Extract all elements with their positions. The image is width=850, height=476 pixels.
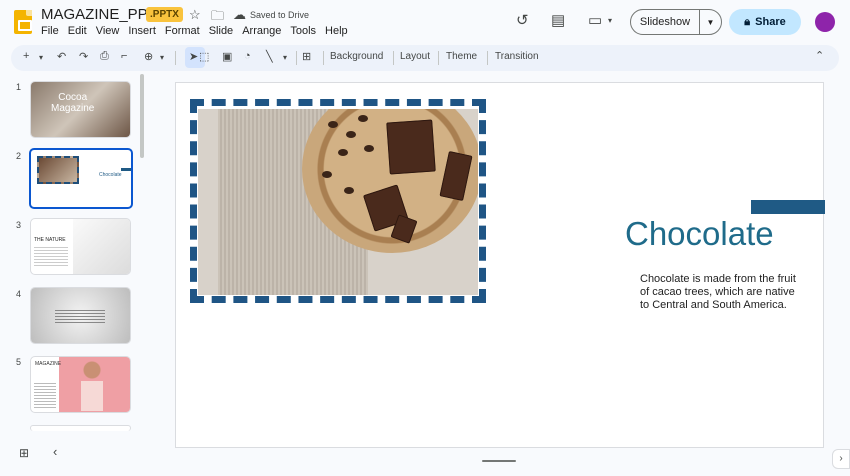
share-label: Share [755,16,786,28]
slideshow-button[interactable]: Slideshow ▼ [630,9,722,35]
zoom-dropdown-icon[interactable]: ▾ [160,53,164,62]
photo-cocoa-bean [338,149,348,156]
menu-view[interactable]: View [96,25,125,37]
photo-chocolate-bar [386,119,436,175]
print-icon[interactable]: ⎙ [100,50,109,63]
comments-icon[interactable]: ▤ [551,11,565,29]
version-history-icon[interactable]: ↺ [516,11,529,29]
star-icon[interactable]: ☆ [189,7,201,23]
line-icon[interactable]: ╲ [266,50,273,63]
thumbnail-text-lines [34,381,56,409]
menubar: File Edit View Insert Format Slide Arran… [41,25,357,37]
slide-thumbnail-3[interactable]: THE NATURE [30,218,131,275]
slide-thumbnail-5[interactable]: MAGAZINE [30,356,131,413]
slide-number: 4 [16,289,22,299]
undo-icon[interactable]: ↶ [57,50,66,63]
photo-cocoa-bean [322,171,332,178]
slide-number: 3 [16,220,22,230]
menu-help[interactable]: Help [325,25,353,37]
slideshow-dropdown-icon[interactable]: ▼ [700,18,721,27]
menu-format[interactable]: Format [165,25,205,37]
menu-insert[interactable]: Insert [128,25,161,37]
redo-icon[interactable]: ↷ [79,50,88,63]
thumbnail-accent [121,168,131,171]
side-panel-toggle-icon[interactable]: › [832,449,850,469]
thumbnail-person [81,361,103,411]
meet-dropdown-icon[interactable]: ▾ [608,16,612,25]
toolbar-divider [487,51,488,65]
slide-title[interactable]: Chocolate [625,215,774,253]
image-icon[interactable]: ▣ [222,50,232,63]
photo-cocoa-bean [344,187,354,194]
new-slide-dropdown-icon[interactable]: ▾ [39,53,43,62]
avatar[interactable] [815,12,835,32]
menu-tools[interactable]: Tools [290,25,321,37]
save-status: Saved to Drive [250,10,310,20]
photo-cocoa-bean [358,115,368,122]
toolbar-divider [323,51,324,65]
frame-select-icon[interactable]: ⬚ [199,50,209,63]
add-comment-icon[interactable]: ⊞ [302,50,311,63]
grid-view-icon[interactable]: ⊞ [19,446,29,460]
speaker-notes-handle[interactable] [482,460,516,462]
cloud-saved-icon[interactable]: ☁ [233,7,246,23]
collapse-toolbar-icon[interactable]: ⌃ [815,49,824,62]
slide-thumbnail-2[interactable]: Chocolate [29,148,133,209]
thumbnail-image [73,219,130,274]
thumbnail-title: Cocoa Magazine [51,92,95,114]
thumbnail-image [37,156,79,184]
menu-arrange[interactable]: Arrange [242,25,286,37]
chocolate-photo[interactable] [198,109,478,295]
background-button[interactable]: Background [330,51,383,62]
menu-edit[interactable]: Edit [68,25,92,37]
slideshow-label[interactable]: Slideshow [631,10,700,34]
photo-cocoa-bean [328,121,338,128]
slide-body-text[interactable]: Chocolate is made from the fruit of caca… [640,273,800,312]
slides-logo-icon[interactable] [14,10,32,34]
zoom-icon[interactable]: ⊕ [144,50,153,63]
toolbar: + ▾ ↶ ↷ ⎙ ⌐ ⊕ ▾ ➤ ⬚ ▣ ◔ ╲ ▾ ⊞ Background… [11,45,839,71]
file-type-badge: .PPTX [146,7,183,22]
accent-bar[interactable] [751,200,825,214]
header: MAGAZINE_PPTX .PPTX ☆ 🗀 ☁ Saved to Drive… [0,0,850,44]
thumbnail-title: THE NATURE [34,237,66,243]
cursor-icon[interactable]: ➤ [189,50,198,63]
share-button[interactable]: 🔒︎ Share [729,9,801,35]
thumbnail-title: Chocolate [99,172,122,178]
slide-number: 1 [16,82,22,92]
transition-button[interactable]: Transition [495,51,539,62]
slide-canvas[interactable]: Chocolate Chocolate is made from the fru… [175,82,825,448]
filmstrip: 1 Cocoa Magazine 2 Chocolate 3 THE NATUR… [0,74,150,431]
photo-cocoa-bean [364,145,374,152]
toolbar-divider [438,51,439,65]
lock-icon: 🔒︎ [744,15,751,28]
menu-slide[interactable]: Slide [209,25,238,37]
toolbar-divider [296,51,297,65]
toolbar-divider [393,51,394,65]
theme-button[interactable]: Theme [446,51,477,62]
slide-thumbnail-4[interactable] [30,287,131,344]
toolbar-divider [175,51,176,65]
menu-file[interactable]: File [41,25,64,37]
shape-icon[interactable]: ◔ [244,50,251,62]
slide-number: 2 [16,151,22,161]
slide-thumbnail-1[interactable]: Cocoa Magazine [30,81,131,138]
photo-cocoa-bean [346,131,356,138]
layout-button[interactable]: Layout [400,51,430,62]
new-slide-icon[interactable]: + [23,50,29,62]
filmstrip-scrollbar[interactable] [140,74,144,158]
paint-format-icon[interactable]: ⌐ [121,50,127,62]
collapse-filmstrip-icon[interactable]: ‹ [53,444,57,459]
meet-icon[interactable]: ▭ [588,11,602,29]
thumbnail-title: MAGAZINE [35,361,62,367]
thumbnail-text-lines [34,245,68,267]
line-dropdown-icon[interactable]: ▾ [283,53,287,62]
slide-thumbnail-6[interactable] [30,425,131,431]
thumbnail-text-lines [55,308,105,324]
slide-number: 5 [16,357,22,367]
